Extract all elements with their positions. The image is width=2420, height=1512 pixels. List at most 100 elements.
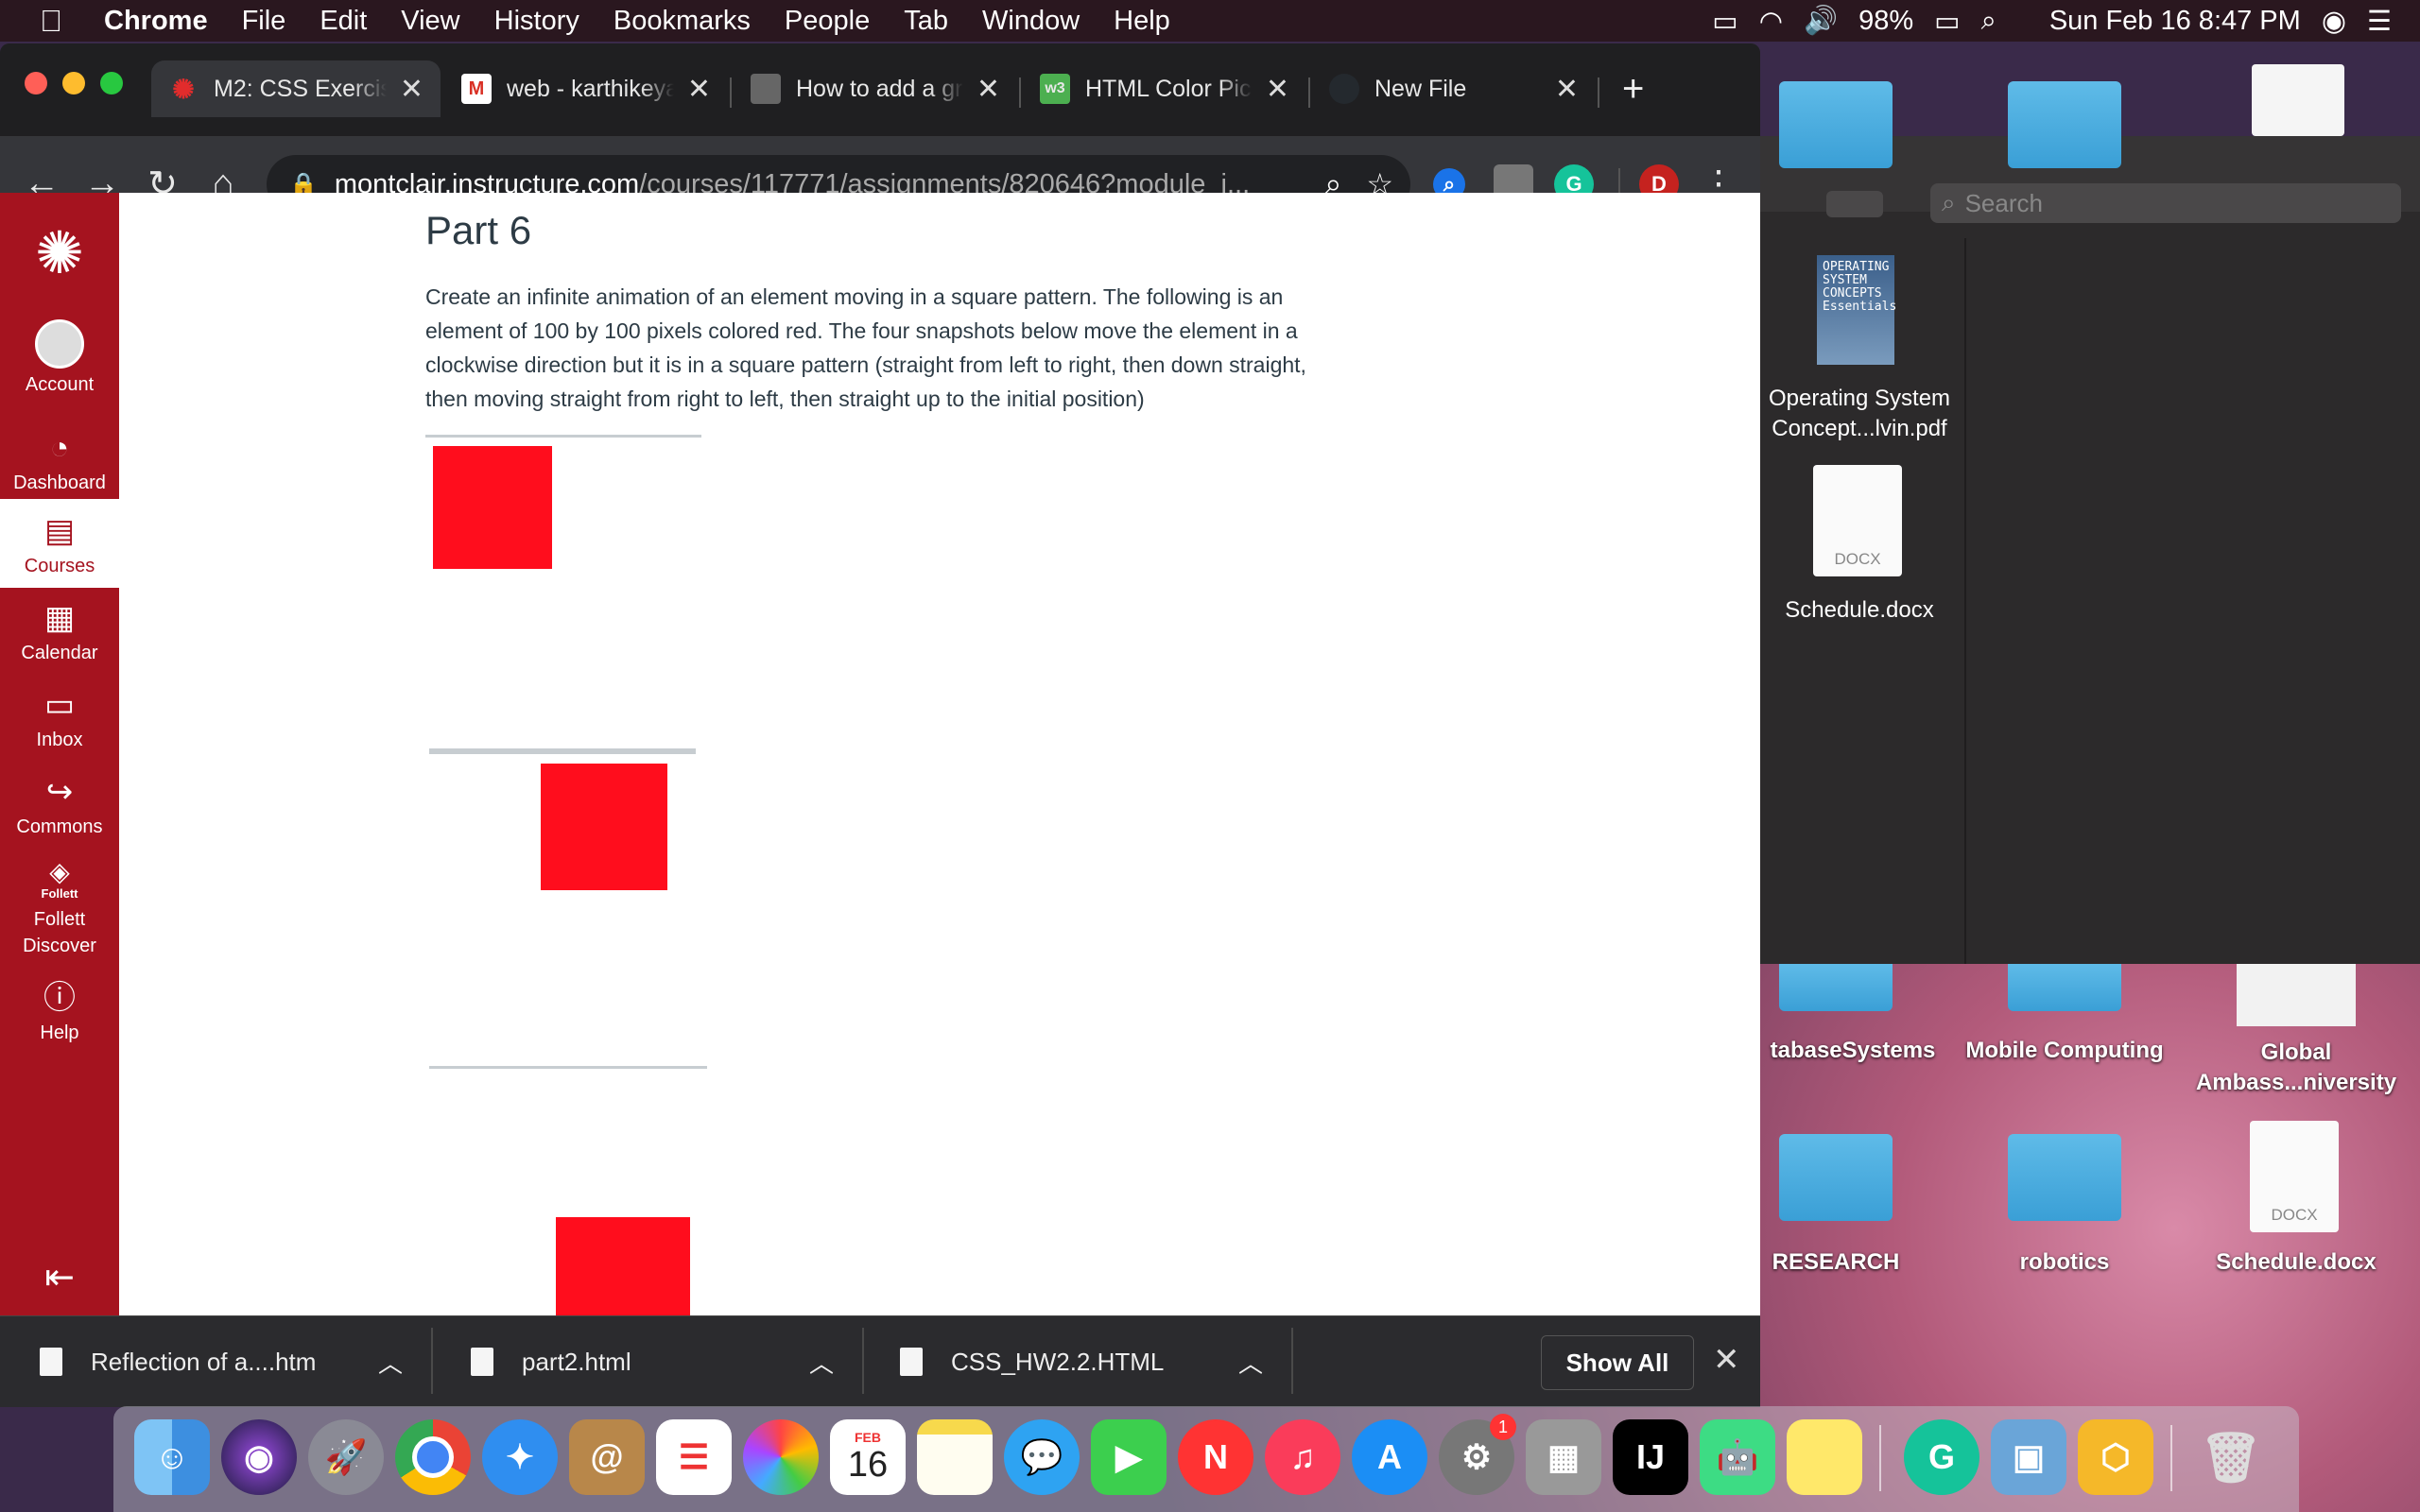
nav-follett-discover[interactable]: ◈ Follett Follett Discover bbox=[0, 858, 119, 959]
calendar-icon: ▦ bbox=[43, 600, 76, 636]
wifi-icon[interactable]: ◠ bbox=[1759, 5, 1783, 38]
menu-people[interactable]: People bbox=[768, 6, 887, 37]
news-icon[interactable]: N bbox=[1178, 1419, 1253, 1495]
file-pdf-label[interactable]: Operating System Concept...lvin.pdf bbox=[1760, 384, 1959, 444]
menu-app-name[interactable]: Chrome bbox=[87, 6, 225, 37]
cyberduck-icon[interactable]: ⬡ bbox=[2078, 1419, 2153, 1495]
desktop-label-schedule-docx[interactable]: Schedule.docx bbox=[2189, 1249, 2403, 1276]
desktop-label-research[interactable]: RESEARCH bbox=[1760, 1249, 1911, 1276]
nav-courses[interactable]: ▤ Courses bbox=[0, 499, 119, 588]
nav-dashboard[interactable]: ◔ Dashboard bbox=[0, 429, 119, 494]
finder-icon[interactable]: ☺ bbox=[134, 1419, 210, 1495]
nav-label: Follett Discover bbox=[23, 909, 96, 956]
notification-center-icon[interactable]: ☰ bbox=[2367, 5, 2392, 38]
desktop-folder-robotics[interactable] bbox=[2008, 1134, 2121, 1221]
contacts-icon[interactable]: @ bbox=[569, 1419, 645, 1495]
tab-label: web - karthikeya bbox=[507, 75, 674, 102]
nav-inbox[interactable]: ▭ Inbox bbox=[0, 686, 119, 751]
zoom-window-button[interactable] bbox=[100, 72, 123, 94]
tab-web-karthikeya[interactable]: M web - karthikeya ✕ bbox=[444, 60, 728, 117]
trash-icon[interactable]: 🗑 bbox=[2193, 1419, 2269, 1495]
menu-view[interactable]: View bbox=[384, 6, 476, 37]
menu-bookmarks[interactable]: Bookmarks bbox=[596, 6, 768, 37]
calculator-icon[interactable]: ▦ bbox=[1526, 1419, 1601, 1495]
collapse-nav-button[interactable]: ⇤ bbox=[0, 1259, 119, 1302]
safari-icon[interactable]: ✦ bbox=[482, 1419, 558, 1495]
chevron-up-icon[interactable]: ︿ bbox=[378, 1345, 403, 1380]
music-icon[interactable]: ♫ bbox=[1265, 1419, 1340, 1495]
launchpad-icon[interactable]: 🚀 bbox=[308, 1419, 384, 1495]
close-tab-icon[interactable]: ✕ bbox=[687, 73, 711, 106]
close-tab-icon[interactable]: ✕ bbox=[1266, 73, 1289, 106]
desktop-label-global[interactable]: Global Ambass...niversity bbox=[2180, 1038, 2412, 1098]
siri-icon[interactable]: ◉ bbox=[2322, 5, 2346, 38]
desktop-file-global[interactable] bbox=[2237, 964, 2356, 1026]
desktop-folder-databasesystems[interactable] bbox=[1779, 964, 1893, 1011]
close-tab-icon[interactable]: ✕ bbox=[977, 73, 1000, 106]
airplay-icon[interactable]: ▭ bbox=[1712, 5, 1737, 38]
nav-account[interactable]: Account bbox=[0, 319, 119, 396]
chevron-up-icon[interactable]: ︿ bbox=[1238, 1345, 1263, 1380]
finder-tag-button[interactable] bbox=[1826, 191, 1883, 217]
menu-window[interactable]: Window bbox=[965, 6, 1097, 37]
desktop-file-schedule-docx[interactable]: DOCX bbox=[2250, 1121, 2339, 1232]
facetime-icon[interactable]: ▶ bbox=[1091, 1419, 1167, 1495]
file-docx-icon[interactable]: DOCX bbox=[1813, 465, 1902, 576]
volume-icon[interactable]: 🔊 bbox=[1804, 5, 1838, 37]
reminders-icon[interactable]: ☰ bbox=[656, 1419, 732, 1495]
menu-file[interactable]: File bbox=[225, 6, 303, 37]
tab-m2-css-exercise[interactable]: ✺ M2: CSS Exercis ✕ bbox=[151, 60, 441, 117]
close-downloads-icon[interactable]: ✕ bbox=[1713, 1341, 1740, 1379]
clock[interactable]: Sun Feb 16 8:47 PM bbox=[2049, 6, 2301, 37]
desktop-label-mobile-computing[interactable]: Mobile Computing bbox=[1951, 1038, 2178, 1064]
desktop-folder-top-1[interactable] bbox=[1779, 81, 1893, 168]
stickies-icon[interactable] bbox=[1787, 1419, 1862, 1495]
file-pdf-thumbnail[interactable]: OPERATING SYSTEM CONCEPTS Essentials bbox=[1817, 255, 1896, 365]
battery-percent[interactable]: 98% bbox=[1858, 6, 1913, 37]
messages-icon[interactable]: 💬 bbox=[1004, 1419, 1080, 1495]
chevron-up-icon[interactable]: ︿ bbox=[809, 1345, 834, 1380]
desktop-label-robotics[interactable]: robotics bbox=[1989, 1249, 2140, 1276]
notes-icon[interactable] bbox=[917, 1419, 993, 1495]
menu-edit[interactable]: Edit bbox=[302, 6, 384, 37]
tab-how-to-add[interactable]: How to add a gr ✕ bbox=[734, 60, 1017, 117]
tab-new-file[interactable]: New File ✕ bbox=[1312, 60, 1596, 117]
menu-help[interactable]: Help bbox=[1097, 6, 1187, 37]
intellij-icon[interactable]: IJ bbox=[1613, 1419, 1688, 1495]
preview-icon[interactable]: ▣ bbox=[1991, 1419, 2066, 1495]
download-item[interactable]: part2.html ︿ bbox=[471, 1316, 849, 1407]
spotlight-icon[interactable]: ⌕ bbox=[1981, 6, 1996, 37]
close-tab-icon[interactable]: ✕ bbox=[1555, 73, 1579, 106]
download-item[interactable]: Reflection of a....htm ︿ bbox=[40, 1316, 418, 1407]
grammarly-icon[interactable]: G bbox=[1904, 1419, 1979, 1495]
battery-icon[interactable]: ▭ bbox=[1934, 5, 1960, 38]
desktop-folder-mobile-computing[interactable] bbox=[2008, 964, 2121, 1011]
download-item[interactable]: CSS_HW2.2.HTML ︿ bbox=[900, 1316, 1278, 1407]
finder-search-field[interactable]: ⌕ Search bbox=[1930, 183, 2401, 223]
nav-help[interactable]: ⓘ Help bbox=[0, 979, 119, 1044]
nav-commons[interactable]: ↪ Commons bbox=[0, 773, 119, 838]
nav-calendar[interactable]: ▦ Calendar bbox=[0, 599, 119, 664]
close-tab-icon[interactable]: ✕ bbox=[400, 73, 424, 106]
siri-icon[interactable]: ◉ bbox=[221, 1419, 297, 1495]
android-studio-icon[interactable]: 🤖 bbox=[1700, 1419, 1775, 1495]
minimize-window-button[interactable] bbox=[62, 72, 85, 94]
app-store-icon[interactable]: A bbox=[1352, 1419, 1427, 1495]
desktop-folder-top-2[interactable] bbox=[2008, 81, 2121, 168]
desktop-label-databasesystems[interactable]: tabaseSystems bbox=[1760, 1038, 1945, 1064]
apple-menu-icon[interactable]:  bbox=[0, 4, 87, 39]
desktop-file-top-3[interactable] bbox=[2252, 64, 2344, 136]
show-all-button[interactable]: Show All bbox=[1541, 1335, 1694, 1390]
menu-tab[interactable]: Tab bbox=[887, 6, 965, 37]
tab-html-color-picker[interactable]: w3 HTML Color Pic ✕ bbox=[1023, 60, 1306, 117]
tab-label: HTML Color Pic bbox=[1085, 75, 1252, 102]
calendar-icon[interactable]: FEB 16 bbox=[830, 1419, 906, 1495]
desktop-folder-research[interactable] bbox=[1779, 1134, 1893, 1221]
file-docx-label[interactable]: Schedule.docx bbox=[1760, 595, 1959, 626]
chrome-icon[interactable] bbox=[395, 1419, 471, 1495]
close-window-button[interactable] bbox=[25, 72, 47, 94]
menu-history[interactable]: History bbox=[477, 6, 596, 37]
photos-icon[interactable] bbox=[743, 1419, 819, 1495]
canvas-logo[interactable]: ✺ bbox=[0, 221, 119, 293]
new-tab-button[interactable]: + bbox=[1622, 68, 1644, 111]
